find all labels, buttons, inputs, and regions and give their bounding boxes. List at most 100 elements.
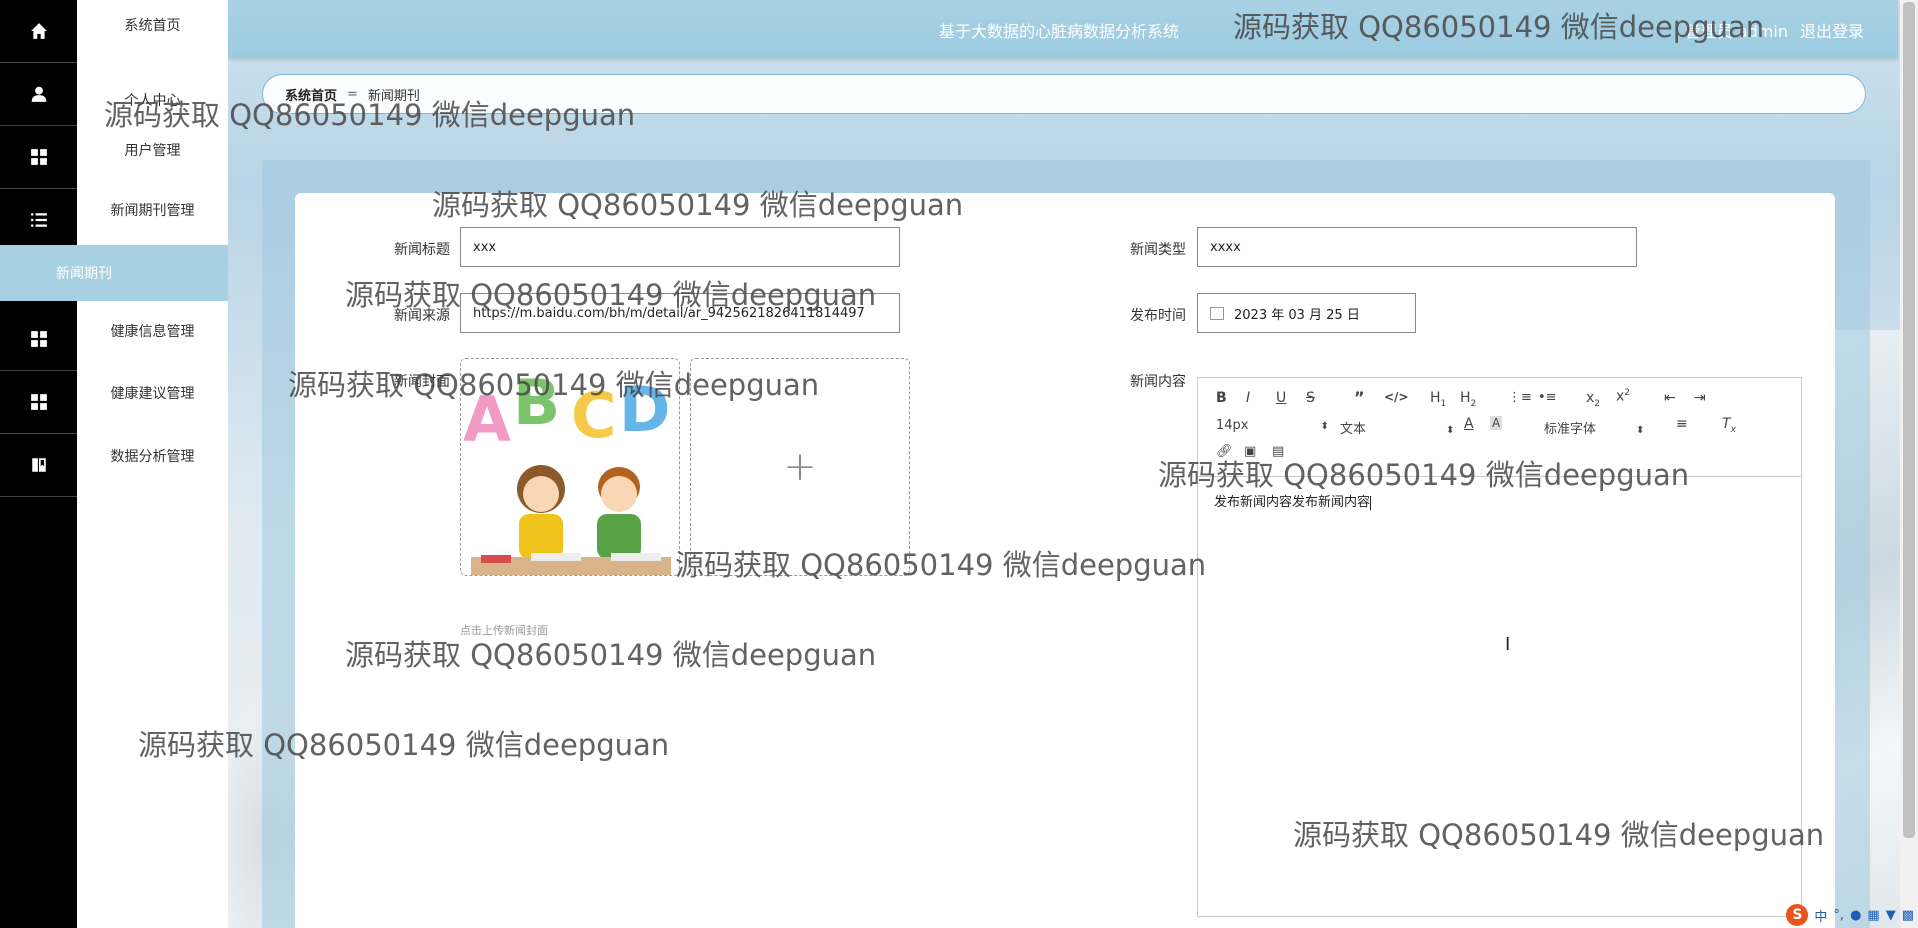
sidebar-item-home[interactable]: 系统首页 (77, 0, 228, 50)
cover-label: 新闻封面 (394, 374, 450, 390)
ordered-list-icon[interactable]: ⋮≡ (1508, 390, 1532, 405)
punctuation-icon[interactable]: °, (1833, 908, 1844, 923)
ime-toolbar[interactable]: S 中 °, ● ▦ ▼ ▩ (1786, 904, 1914, 926)
sidebar-item-users[interactable]: 用户管理 (77, 125, 228, 175)
font-size-value: 14px (1216, 418, 1249, 433)
heading1-icon[interactable]: H1 (1430, 390, 1446, 409)
cover-letter-b: B (513, 366, 560, 439)
user-label[interactable]: 管理员 admin (1685, 18, 1788, 42)
cover-letter-d: D (619, 373, 670, 446)
strikethrough-icon[interactable]: S (1306, 390, 1315, 406)
bold-icon[interactable]: B (1216, 390, 1227, 406)
calendar-icon (1210, 306, 1224, 320)
chevron-updown-icon: ⬍ (1320, 421, 1329, 432)
page-scrollbar[interactable] (1900, 0, 1918, 928)
source-input[interactable]: https://m.baidu.com/bh/m/detail/ar_94256… (460, 293, 900, 333)
breadcrumb: 系统首页 = 新闻期刊 (262, 74, 1866, 114)
font-size-select[interactable]: 14px ⬍ (1216, 418, 1329, 433)
rail-news[interactable] (0, 189, 77, 252)
cover-illustration: A B C D (461, 359, 679, 575)
font-color-icon[interactable]: A (1464, 416, 1474, 432)
cover-upload-box[interactable]: + (690, 358, 910, 576)
title-label: 新闻标题 (394, 242, 450, 258)
microphone-icon[interactable]: ● (1850, 908, 1861, 923)
editor-text: 发布新闻内容发布新闻内容 (1214, 495, 1371, 510)
sogou-logo: S (1786, 904, 1809, 926)
superscript-icon[interactable]: x2 (1616, 388, 1630, 405)
system-title: 基于大数据的心脏病数据分析系统 (939, 22, 1180, 41)
sidebar-item-news[interactable]: 新闻期刊 (0, 245, 228, 301)
user-icon (31, 86, 46, 102)
rail-users[interactable] (0, 126, 77, 189)
chevron-updown-icon: ⬍ (1446, 425, 1455, 436)
sidebar-item-data-analysis[interactable]: 数据分析管理 (77, 424, 228, 487)
source-label: 新闻来源 (394, 308, 450, 324)
clear-format-icon[interactable]: Tx (1722, 416, 1736, 435)
sidebar-item-news-manage[interactable]: 新闻期刊管理 (77, 175, 228, 245)
top-header: 基于大数据的心脏病数据分析系统 管理员 admin 退出登录 (228, 0, 1898, 58)
background-color-icon[interactable]: A (1490, 416, 1503, 430)
link-icon[interactable]: 🔗︎ (1216, 444, 1233, 459)
cover-image-preview[interactable]: A B C D (460, 358, 680, 576)
font-family-value: 标准字体 (1544, 422, 1597, 437)
editor-content-area[interactable]: 发布新闻内容发布新闻内容 (1198, 477, 1801, 524)
skin-icon[interactable]: ▼ (1886, 908, 1896, 923)
book-icon (31, 458, 46, 472)
grid-icon (30, 331, 47, 347)
toolbox-icon[interactable]: ▩ (1902, 908, 1914, 923)
plus-icon: + (783, 444, 817, 490)
cover-upload-hint: 点击上传新闻封面 (460, 624, 548, 637)
outdent-icon[interactable]: ⇤ (1664, 390, 1676, 406)
rail-data-analysis[interactable] (0, 434, 77, 497)
icon-rail (0, 0, 77, 928)
align-icon[interactable]: ≡ (1676, 416, 1688, 432)
text-type-select[interactable]: 文本 ⬍ (1340, 418, 1454, 437)
header-user-area: 管理员 admin 退出登录 (1685, 18, 1864, 42)
date-label: 发布时间 (1130, 308, 1186, 324)
subscript-icon[interactable]: x2 (1586, 390, 1600, 409)
date-value: 2023 年 03 月 25 日 (1234, 307, 1360, 323)
heading2-icon[interactable]: H2 (1460, 390, 1476, 409)
content-label: 新闻内容 (1130, 374, 1186, 390)
text-cursor-icon: I (1505, 634, 1511, 655)
title-input[interactable]: xxx (460, 227, 900, 267)
font-family-select[interactable]: 标准字体 ⬍ (1544, 418, 1644, 437)
logout-button[interactable]: 退出登录 (1800, 18, 1864, 42)
list-icon (30, 213, 47, 227)
bullet-list-icon[interactable]: •≡ (1538, 390, 1557, 405)
rail-user[interactable] (0, 63, 77, 126)
video-icon[interactable]: ▤ (1272, 444, 1284, 459)
rail-health-info[interactable] (0, 308, 77, 371)
indent-icon[interactable]: ⇥ (1694, 390, 1706, 406)
ime-mode[interactable]: 中 (1814, 906, 1827, 925)
content-editor: B I U S ” </> H1 H2 ⋮≡ •≡ x2 x2 ⇤ ⇥ 14px… (1197, 377, 1802, 917)
chevron-updown-icon: ⬍ (1636, 425, 1645, 436)
sidebar-item-profile[interactable]: 个人中心 (77, 50, 228, 125)
italic-icon[interactable]: I (1246, 390, 1250, 406)
keyboard-icon[interactable]: ▦ (1867, 908, 1879, 923)
sidebar-item-health-advice[interactable]: 健康建议管理 (77, 361, 228, 424)
rail-home[interactable] (0, 0, 77, 63)
sidebar-item-health-info[interactable]: 健康信息管理 (77, 301, 228, 361)
underline-icon[interactable]: U (1276, 390, 1286, 406)
home-icon (30, 23, 47, 39)
breadcrumb-current: 新闻期刊 (367, 88, 420, 104)
cover-letter-c: C (571, 379, 617, 452)
sidebar-menu: 系统首页 个人中心 用户管理 新闻期刊管理 新闻期刊 健康信息管理 健康建议管理… (0, 0, 228, 928)
cover-letter-a: A (463, 383, 511, 456)
type-label: 新闻类型 (1130, 242, 1186, 258)
scrollbar-thumb[interactable] (1903, 2, 1915, 838)
date-picker[interactable]: 2023 年 03 月 25 日 (1197, 293, 1416, 333)
blockquote-icon[interactable]: ” (1354, 388, 1365, 407)
editor-toolbar: B I U S ” </> H1 H2 ⋮≡ •≡ x2 x2 ⇤ ⇥ 14px… (1198, 378, 1801, 477)
grid-icon (30, 394, 47, 410)
code-icon[interactable]: </> (1384, 390, 1409, 404)
breadcrumb-home[interactable]: 系统首页 (285, 85, 337, 104)
breadcrumb-separator: = (347, 86, 358, 102)
grid-icon (30, 149, 47, 165)
type-input[interactable]: xxxx (1197, 227, 1637, 267)
rail-health-advice[interactable] (0, 371, 77, 434)
image-icon[interactable]: ▣ (1244, 444, 1256, 459)
text-type-value: 文本 (1340, 422, 1367, 437)
text-caret (1370, 495, 1372, 510)
